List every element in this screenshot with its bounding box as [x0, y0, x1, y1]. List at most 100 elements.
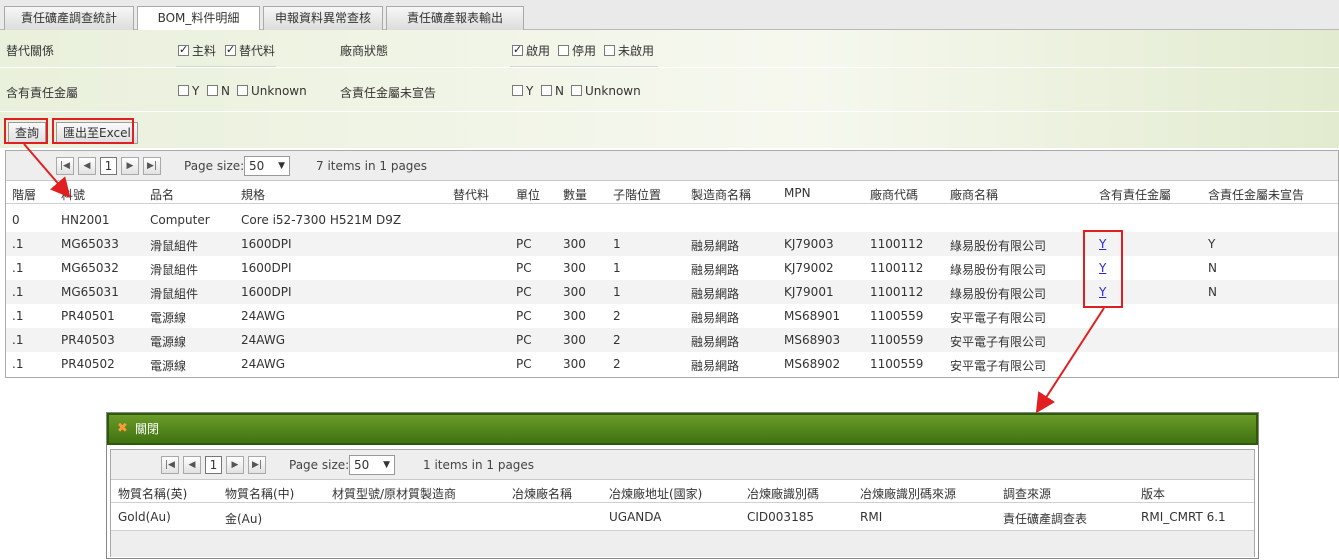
cell-vendor-name: 綠易股份有限公司 [950, 263, 1047, 277]
option-main-material[interactable]: 主料 [178, 42, 216, 59]
col-undeclared-metal[interactable]: 含責任金屬未宣告 [1208, 186, 1304, 203]
col-sub-position[interactable]: 子階位置 [613, 186, 661, 203]
cell-manufacturer: 融易網路 [691, 335, 740, 349]
page-size-select[interactable]: 50 ▼ [349, 455, 395, 475]
col-vendor-name[interactable]: 廠商名稱 [950, 186, 998, 203]
contains-metal-label: 含有責任金屬 [6, 86, 79, 100]
col-smelter-name[interactable]: 冶煉廠名稱 [512, 485, 572, 502]
col-mpn[interactable]: MPN [784, 186, 811, 200]
tab-report-output[interactable]: 責任礦產報表輸出 [386, 6, 524, 30]
table-row[interactable]: Gold(Au) 金(Au) UGANDA CID003185 RMI 責任礦產調查表 RM… [111, 505, 1254, 529]
first-page-icon[interactable]: |◀ [56, 157, 74, 175]
cell-item-name: 電源線 [150, 359, 187, 373]
last-page-icon[interactable]: ▶| [248, 456, 266, 474]
option-substitute-material[interactable]: 替代料 [225, 42, 275, 59]
col-contains-metal[interactable]: 含有責任金屬 [1099, 186, 1171, 203]
cell-item-name: Computer [150, 213, 210, 227]
option-metal-unknown[interactable]: Unknown [237, 84, 307, 98]
current-page[interactable]: 1 [205, 456, 222, 474]
tab-bom-details[interactable]: BOM_料件明細 [137, 6, 260, 31]
tab-strip: 責任礦產調查統計 BOM_料件明細 申報資料異常查核 責任礦產報表輸出 [0, 0, 1339, 31]
last-page-icon[interactable]: ▶| [143, 157, 161, 175]
cell-sub-position: 2 [613, 357, 621, 371]
option-undeclared-n[interactable]: N [541, 84, 564, 98]
col-qty[interactable]: 數量 [563, 186, 587, 203]
checkbox-icon[interactable] [558, 45, 569, 56]
checkbox-checked-icon[interactable] [512, 43, 523, 56]
col-version[interactable]: 版本 [1141, 485, 1165, 502]
bom-grid: |◀ ◀ 1 ▶ ▶| Page size: 50 ▼ 7 items in 1 … [5, 150, 1339, 378]
cell-vendor-code: 1100559 [870, 333, 924, 347]
checkbox-icon[interactable] [541, 85, 552, 96]
option-metal-y[interactable]: Y [178, 84, 199, 98]
checkbox-icon[interactable] [178, 85, 189, 96]
col-smelter-id-source[interactable]: 冶煉廠識別碼來源 [860, 485, 956, 502]
col-survey-source[interactable]: 調查來源 [1003, 485, 1051, 502]
checkbox-icon[interactable] [512, 85, 523, 96]
col-level[interactable]: 階層 [12, 186, 36, 203]
col-substance-en[interactable]: 物質名稱(英) [118, 485, 187, 502]
next-page-icon[interactable]: ▶ [226, 456, 244, 474]
table-row[interactable]: 0 HN2001 Computer Core i52-7300 H521M D9Z [6, 208, 1338, 232]
table-row[interactable]: .1 MG65031 滑鼠組件 1600DPI PC 300 1 融易網路 KJ79001 110… [6, 280, 1338, 304]
checkbox-icon[interactable] [604, 45, 615, 56]
next-page-icon[interactable]: ▶ [121, 157, 139, 175]
col-vendor-code[interactable]: 廠商代碼 [870, 186, 918, 203]
col-item-name[interactable]: 品名 [150, 186, 174, 203]
cell-item-name: 電源線 [150, 311, 187, 325]
col-spec[interactable]: 規格 [241, 186, 265, 203]
col-unit[interactable]: 單位 [516, 186, 540, 203]
col-material-model[interactable]: 材質型號/原材質製造商 [332, 485, 456, 502]
option-disabled[interactable]: 停用 [558, 42, 596, 59]
cell-smelter-country: UGANDA [609, 510, 662, 524]
checkbox-checked-icon[interactable] [225, 43, 236, 56]
current-page[interactable]: 1 [100, 157, 117, 175]
col-smelter-country[interactable]: 冶煉廠地址(國家) [609, 485, 702, 502]
prev-page-icon[interactable]: ◀ [183, 456, 201, 474]
col-substance-zh[interactable]: 物質名稱(中) [225, 485, 294, 502]
cell-undeclared-metal: Y [1208, 237, 1216, 251]
option-undeclared-y[interactable]: Y [512, 84, 533, 98]
smelter-grid: |◀ ◀ 1 ▶ ▶| Page size: 50 ▼ 1 items in 1 … [110, 449, 1255, 557]
cell-vendor-code: 1100112 [870, 285, 924, 299]
checkbox-icon[interactable] [571, 85, 582, 96]
option-enabled[interactable]: 啟用 [512, 42, 550, 59]
cell-level: .1 [12, 285, 24, 299]
table-row[interactable]: .1 MG65033 滑鼠組件 1600DPI PC 300 1 融易網路 KJ79003 110… [6, 232, 1338, 256]
cell-level: 0 [12, 213, 20, 227]
tab-declaration-audit[interactable]: 申報資料異常查核 [263, 6, 383, 30]
close-label[interactable]: 關閉 [135, 422, 159, 436]
checkbox-icon[interactable] [237, 85, 248, 96]
option-metal-n[interactable]: N [207, 84, 230, 98]
cell-manufacturer: 融易網路 [691, 263, 740, 277]
table-row[interactable]: .1 PR40503 電源線 24AWG PC 300 2 融易網路 MS68903 110055… [6, 328, 1338, 352]
col-smelter-id[interactable]: 冶煉廠識別碼 [747, 485, 819, 502]
option-undeclared-unknown[interactable]: Unknown [571, 84, 641, 98]
col-part-no[interactable]: 料號 [61, 186, 85, 203]
checkbox-icon[interactable] [207, 85, 218, 96]
checkbox-checked-icon[interactable] [178, 43, 189, 56]
highlight-export [52, 118, 134, 144]
popup-title-bar[interactable]: ✖ 關閉 [107, 413, 1258, 445]
first-page-icon[interactable]: |◀ [161, 456, 179, 474]
smelter-popup: ✖ 關閉 |◀ ◀ 1 ▶ ▶| Page size: 50 ▼ 1 items … [106, 412, 1259, 559]
cell-part-no: HN2001 [61, 213, 110, 227]
table-row[interactable]: .1 PR40501 電源線 24AWG PC 300 2 融易網路 MS68901 110055… [6, 304, 1338, 328]
cell-spec: 1600DPI [241, 261, 292, 275]
cell-item-name: 滑鼠組件 [150, 263, 199, 277]
popup-pager: |◀ ◀ 1 ▶ ▶| Page size: 50 ▼ 1 items in 1 … [111, 450, 1254, 480]
option-not-enabled[interactable]: 未啟用 [604, 42, 654, 59]
col-substitute[interactable]: 替代料 [453, 186, 489, 203]
page-size-select[interactable]: 50 ▼ [244, 156, 290, 176]
col-manufacturer[interactable]: 製造商名稱 [691, 186, 751, 203]
table-row[interactable]: .1 MG65032 滑鼠組件 1600DPI PC 300 1 融易網路 KJ79002 110… [6, 256, 1338, 280]
prev-page-icon[interactable]: ◀ [78, 157, 96, 175]
cell-sub-position: 1 [613, 237, 621, 251]
cell-level: .1 [12, 333, 24, 347]
highlight-query [4, 118, 48, 144]
cell-qty: 300 [563, 237, 586, 251]
tab-responsible-minerals-stats[interactable]: 責任礦產調查統計 [4, 6, 134, 30]
table-row[interactable]: .1 PR40502 電源線 24AWG PC 300 2 融易網路 MS68902 110055… [6, 352, 1338, 376]
page-size-label: Page size: [184, 159, 245, 173]
close-icon[interactable]: ✖ [117, 415, 128, 443]
